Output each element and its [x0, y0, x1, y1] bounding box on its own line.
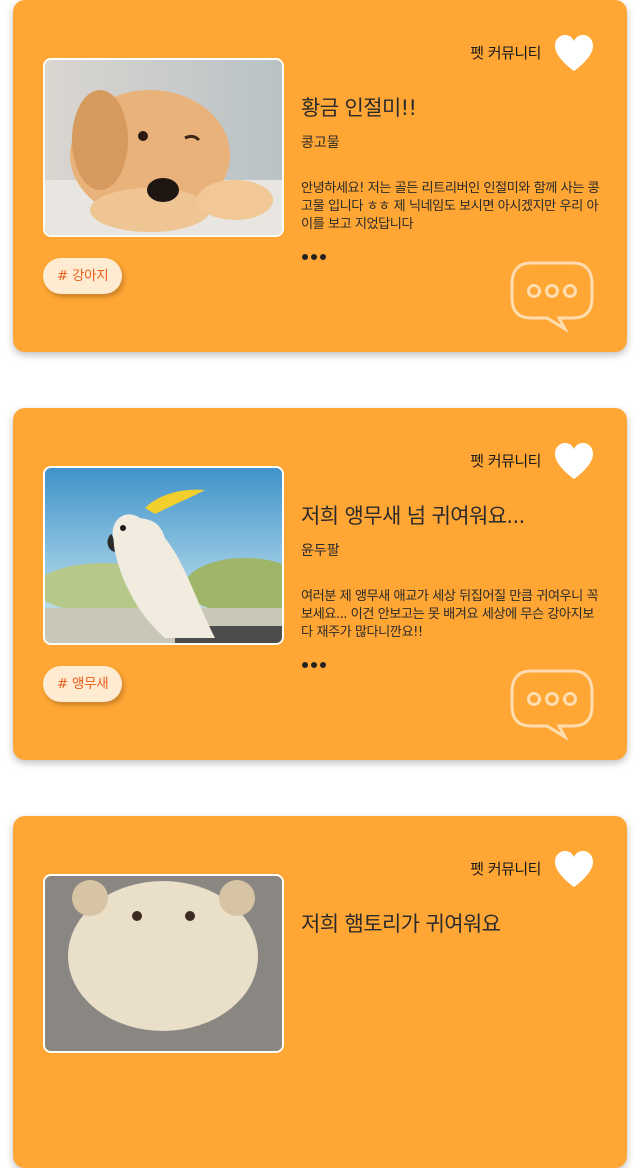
speech-bubble-icon[interactable]	[509, 260, 595, 332]
post-photo[interactable]	[43, 58, 284, 237]
tag-chip[interactable]: # 강아지	[43, 258, 123, 294]
post-card[interactable]: 펫 커뮤니티 저희 햄토리가 귀여워요	[13, 816, 627, 1168]
post-excerpt: 여러분 제 앵무새 애교가 세상 뒤집어질 만큼 귀여우니 꼭 보세요... 이…	[301, 589, 599, 640]
post-title[interactable]: 저희 앵무새 넘 귀여워요...	[301, 500, 601, 530]
community-label: 펫 커뮤니티	[470, 452, 541, 470]
heart-icon[interactable]	[553, 442, 595, 480]
post-author: 윤두팔	[301, 543, 340, 559]
post-photo[interactable]	[43, 466, 284, 645]
post-card[interactable]: 펫 커뮤니티 황금 인절미!! 콩고물 안녕하세요! 저는 골든 리트리버인 인…	[13, 0, 627, 352]
post-title[interactable]: 저희 햄토리가 귀여워요	[301, 908, 601, 938]
heart-icon[interactable]	[553, 34, 595, 72]
more-dots-icon[interactable]	[301, 250, 331, 264]
post-title[interactable]: 황금 인절미!!	[301, 92, 601, 122]
post-photo[interactable]	[43, 874, 284, 1053]
speech-bubble-icon[interactable]	[509, 668, 595, 740]
heart-icon[interactable]	[553, 850, 595, 888]
community-label: 펫 커뮤니티	[470, 860, 541, 878]
post-author: 콩고물	[301, 135, 340, 151]
community-label: 펫 커뮤니티	[470, 44, 541, 62]
tag-chip[interactable]: # 앵무새	[43, 666, 123, 702]
post-card[interactable]: 펫 커뮤니티 저희 앵무새 넘 귀여워요... 윤두팔 여러분 제 앵무새 애교…	[13, 408, 627, 760]
post-excerpt: 안녕하세요! 저는 골든 리트리버인 인절미와 함께 사는 콩고물 입니다 ㅎㅎ…	[301, 181, 600, 232]
more-dots-icon[interactable]	[301, 658, 331, 672]
